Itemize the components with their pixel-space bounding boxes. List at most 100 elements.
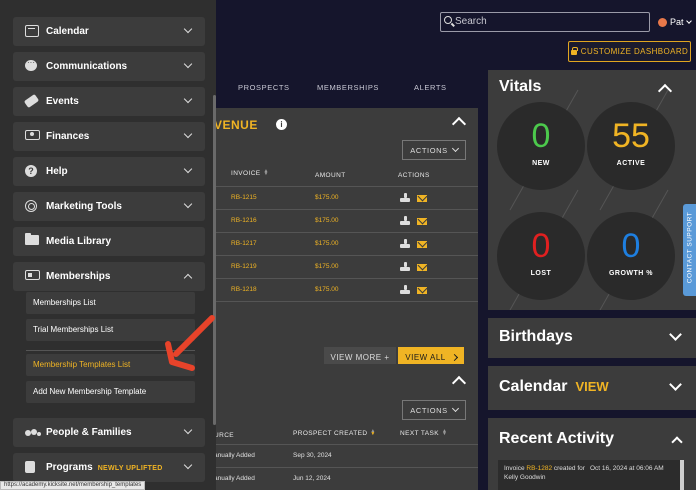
amount-value: $175.00 xyxy=(315,194,339,201)
collapse-prospects-icon[interactable] xyxy=(451,375,467,391)
annotation-arrow xyxy=(165,315,215,371)
sidebar-item-events[interactable]: Events xyxy=(13,87,205,116)
contact-support-tab[interactable]: CONTACT SUPPORT xyxy=(683,204,696,296)
email-icon[interactable] xyxy=(417,218,427,225)
invoice-link[interactable]: RB-1219 xyxy=(231,263,257,270)
people-icon xyxy=(25,426,41,438)
tab-prospects[interactable]: PROSPECTS xyxy=(238,83,290,92)
chevron-right-icon xyxy=(450,353,458,362)
sidebar-item-label: Help xyxy=(46,166,68,177)
tab-alerts[interactable]: ALERTS xyxy=(414,83,447,92)
sort-icon: ▲ ▼ xyxy=(442,428,448,438)
chevron-down-icon xyxy=(183,199,193,209)
email-icon[interactable] xyxy=(417,195,427,202)
amount-header: AMOUNT xyxy=(315,172,346,179)
table-row[interactable]: RB-1216 $175.00 xyxy=(210,209,478,232)
email-icon[interactable] xyxy=(417,287,427,294)
sidebar-item-memberships[interactable]: Memberships xyxy=(13,262,205,291)
amount-value: $175.00 xyxy=(315,263,339,270)
collect-payment-icon[interactable] xyxy=(398,216,411,226)
invoice-link[interactable]: RB-1216 xyxy=(231,217,257,224)
customize-dashboard-button[interactable]: CUSTOMIZE DASHBOARD xyxy=(568,41,691,62)
collapse-revenue-icon[interactable] xyxy=(451,116,467,132)
stat-lost[interactable]: 0 LOST xyxy=(497,212,585,300)
table-row[interactable]: RB-1218 $175.00 xyxy=(210,278,478,301)
prospects-panel: ACTIONS URCE PROSPECT CREATED ▲ ▼ NEXT TAS… xyxy=(210,364,478,490)
collect-payment-icon[interactable] xyxy=(398,239,411,249)
table-row[interactable]: RB-1217 $175.00 xyxy=(210,232,478,255)
email-icon[interactable] xyxy=(417,264,427,271)
sidebar-item-people-families[interactable]: People & Families xyxy=(13,418,205,447)
info-icon[interactable]: i xyxy=(276,119,287,130)
tab-memberships[interactable]: MEMBERSHIPS xyxy=(317,83,379,92)
source-header: URCE xyxy=(214,432,235,439)
stat-growth-value: 0 xyxy=(621,227,641,265)
amount-value: $175.00 xyxy=(315,217,339,224)
sidebar-item-label: Memberships xyxy=(46,271,111,282)
avatar xyxy=(658,17,667,27)
table-row[interactable]: RB-1219 $175.00 xyxy=(210,255,478,278)
birthdays-panel[interactable]: Birthdays xyxy=(488,318,696,358)
activity-scrollbar[interactable] xyxy=(680,460,684,490)
new-badge: NEWLY UPLIFTED xyxy=(97,465,163,472)
collect-payment-icon[interactable] xyxy=(398,285,411,295)
sidebar-item-marketing-tools[interactable]: Marketing Tools xyxy=(13,192,205,221)
stat-lost-value: 0 xyxy=(531,227,551,265)
sidebar-item-programs[interactable]: Programs NEWLY UPLIFTED xyxy=(13,453,205,482)
birthdays-title: Birthdays xyxy=(499,328,573,345)
search-placeholder: Search xyxy=(455,16,487,27)
table-row[interactable]: anually Added Jun 12, 2024 xyxy=(210,467,478,490)
user-menu[interactable]: Pat xyxy=(658,15,692,29)
chevron-down-icon xyxy=(183,59,193,69)
sidebar-item-finances[interactable]: Finances xyxy=(13,122,205,151)
next-task-header[interactable]: NEXT TASK ▲ ▼ xyxy=(400,428,448,438)
activity-invoice-link[interactable]: RB-1282 xyxy=(526,465,552,472)
revenue-actions-button[interactable]: ACTIONS xyxy=(402,140,466,160)
sidebar-item-calendar[interactable]: Calendar xyxy=(13,17,205,46)
customize-dashboard-label: CUSTOMIZE DASHBOARD xyxy=(580,47,689,56)
expand-birthdays-icon[interactable] xyxy=(669,328,682,341)
stat-active[interactable]: 55 ACTIVE xyxy=(587,102,675,190)
collect-payment-icon[interactable] xyxy=(398,193,411,203)
chevron-down-icon xyxy=(183,164,193,174)
stat-growth[interactable]: 0 GROWTH % xyxy=(587,212,675,300)
sidebar-subitem-label: Membership Templates List xyxy=(33,360,131,369)
user-name: Pat xyxy=(670,17,684,27)
sidebar-item-communications[interactable]: Communications xyxy=(13,52,205,81)
amount-value: $175.00 xyxy=(315,240,339,247)
expand-calendar-icon[interactable] xyxy=(669,378,682,391)
stat-lost-label: LOST xyxy=(530,270,552,277)
stat-new[interactable]: 0 NEW xyxy=(497,102,585,190)
calendar-title: Calendar VIEW xyxy=(499,378,609,396)
invoice-link[interactable]: RB-1215 xyxy=(231,194,257,201)
prospects-actions-button[interactable]: ACTIONS xyxy=(402,400,466,420)
next-task-label: NEXT TASK xyxy=(400,430,440,437)
sidebar-item-label: Calendar xyxy=(46,26,89,37)
sidebar-item-media-library[interactable]: Media Library xyxy=(13,227,205,256)
prospect-created-header[interactable]: PROSPECT CREATED ▲ ▼ xyxy=(293,429,375,437)
table-row[interactable]: RB-1215 $175.00 xyxy=(210,186,478,209)
invoice-header[interactable]: INVOICE ▲ ▼ xyxy=(231,169,269,177)
activity-text: Invoice RB-1282 created for Kelly Goodwi… xyxy=(504,464,588,482)
table-row[interactable]: anually Added Sep 30, 2024 xyxy=(210,444,478,467)
email-icon[interactable] xyxy=(417,241,427,248)
activity-prefix: Invoice xyxy=(504,465,527,472)
invoice-link[interactable]: RB-1218 xyxy=(231,286,257,293)
table-divider xyxy=(210,301,478,302)
calendar-panel[interactable]: Calendar VIEW xyxy=(488,366,696,410)
search-input[interactable]: Search xyxy=(440,12,650,32)
actions-label: ACTIONS xyxy=(410,405,448,415)
lock-icon xyxy=(570,47,578,55)
invoice-link[interactable]: RB-1217 xyxy=(231,240,257,247)
activity-item: Invoice RB-1282 created for Kelly Goodwi… xyxy=(498,460,680,490)
actions-label: ACTIONS xyxy=(410,145,448,155)
membership-card-icon xyxy=(25,270,40,280)
calendar-view-link[interactable]: VIEW xyxy=(575,379,608,394)
collect-payment-icon[interactable] xyxy=(398,262,411,272)
chat-icon xyxy=(25,58,37,71)
sidebar-subitem-add-new-membership-template[interactable]: Add New Membership Template xyxy=(26,381,195,403)
target-icon xyxy=(25,200,37,212)
collapse-activity-icon[interactable] xyxy=(671,436,683,448)
sidebar-item-help[interactable]: ? Help xyxy=(13,157,205,186)
chevron-down-icon xyxy=(183,129,193,139)
